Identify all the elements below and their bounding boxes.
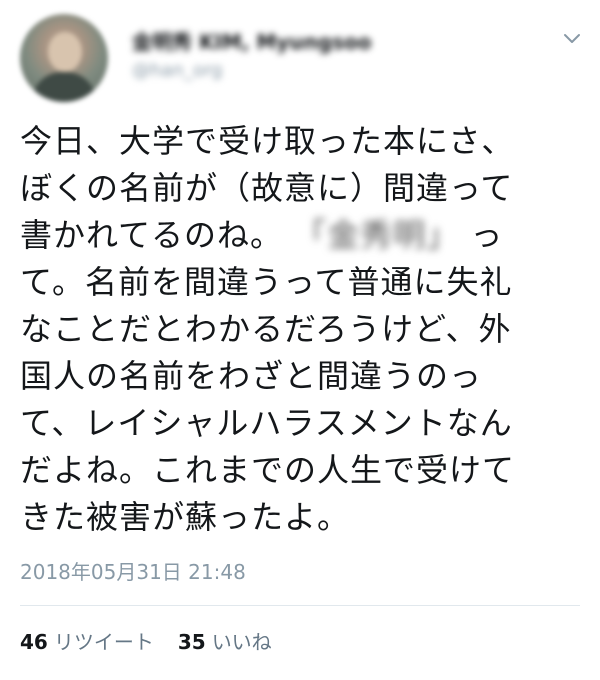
retweet-count[interactable]: 46 bbox=[20, 630, 48, 654]
avatar[interactable] bbox=[20, 14, 108, 102]
chevron-down-icon[interactable] bbox=[560, 30, 584, 48]
like-label[interactable]: いいね bbox=[212, 626, 272, 655]
display-name[interactable]: 金明秀 KIM, Myungsoo bbox=[132, 26, 371, 55]
tweet-text-part2: っ て。名前を間違うって普通に失礼 なことだとわかるだろうけど、外 国人の名前を… bbox=[20, 216, 516, 536]
like-count[interactable]: 35 bbox=[178, 630, 206, 654]
user-handle[interactable]: @han_org bbox=[132, 60, 222, 81]
avatar-body bbox=[32, 72, 96, 102]
retweet-label[interactable]: リツイート bbox=[54, 626, 154, 655]
tweet-text: 今日、大学で受け取った本にさ、 ぼくの名前が（故意に）間違って 書かれてるのね。… bbox=[20, 118, 588, 541]
divider bbox=[20, 605, 580, 606]
tweet-stats: 46 リツイート 35 いいね bbox=[20, 626, 272, 655]
redacted-name: 「金秀明」 bbox=[294, 216, 460, 254]
tweet-timestamp[interactable]: 2018年05月31日 21:48 bbox=[20, 556, 246, 585]
tweet-card: 金明秀 KIM, Myungsoo @han_org 今日、大学で受け取った本に… bbox=[0, 0, 600, 680]
avatar-head bbox=[48, 32, 82, 72]
